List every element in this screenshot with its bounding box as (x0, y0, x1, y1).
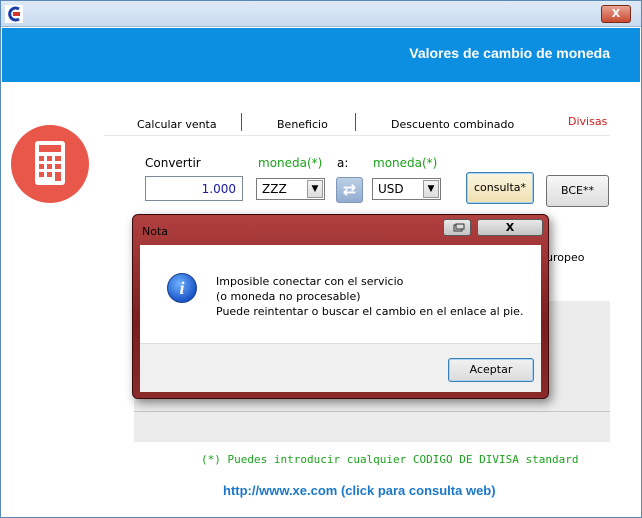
from-currency-select[interactable]: ZZZ ▼ (256, 178, 325, 200)
tab-divider (241, 113, 242, 131)
app-window: X Valores de cambio de moneda Calcular v… (0, 0, 642, 518)
dialog-restore-button[interactable] (443, 219, 471, 236)
dialog-footer: Aceptar (140, 343, 541, 392)
chevron-down-icon[interactable]: ▼ (423, 180, 439, 198)
dialog-body: i Imposible conectar con el servicio (o … (140, 245, 541, 343)
footnote-text: (*) Puedes introducir cualquier CODIGO D… (201, 453, 579, 466)
window-close-button[interactable]: X (601, 5, 631, 23)
xe-web-link[interactable]: http://www.xe.com (click para consulta w… (223, 483, 496, 498)
info-icon: i (167, 273, 197, 303)
title-bar: X (1, 1, 641, 27)
app-logo-icon (5, 5, 23, 23)
to-currency-value: USD (378, 182, 404, 196)
restore-icon (453, 223, 465, 232)
consulta-button[interactable]: consulta* (466, 172, 534, 204)
tab-bar: Calcular venta Beneficio Descuento combi… (104, 111, 614, 135)
tab-divider (355, 113, 356, 131)
partial-label: uropeo (546, 251, 585, 264)
dialog-message-line-1: Imposible conectar con el servicio (216, 275, 404, 288)
dialog-message-line-2: (o moneda no procesable) (216, 290, 361, 303)
tab-beneficio[interactable]: Beneficio (277, 118, 328, 131)
tab-divisas[interactable]: Divisas (568, 115, 607, 128)
result-divider (134, 411, 610, 412)
calculator-icon (11, 125, 89, 203)
dialog-close-button[interactable]: X (477, 219, 543, 236)
chevron-down-icon[interactable]: ▼ (307, 180, 323, 198)
bce-button[interactable]: BCE** (546, 175, 609, 207)
page-title: Valores de cambio de moneda (409, 45, 610, 61)
nota-dialog: Nota X i Imposible conectar con el servi… (132, 214, 549, 399)
tab-calcular-venta[interactable]: Calcular venta (137, 118, 217, 131)
to-word-label: a: (337, 156, 349, 170)
to-currency-select[interactable]: USD ▼ (372, 178, 441, 200)
dialog-title: Nota (142, 225, 169, 238)
swap-icon: ⇄ (342, 180, 357, 199)
dialog-message-line-3: Puede reintentar o buscar el cambio en e… (216, 305, 524, 318)
aceptar-button[interactable]: Aceptar (448, 358, 534, 382)
header-banner: Valores de cambio de moneda (2, 28, 640, 82)
amount-input[interactable]: 1.000 (145, 176, 243, 201)
to-currency-label: moneda(*) (373, 156, 438, 170)
from-currency-label: moneda(*) (258, 156, 323, 170)
convert-label: Convertir (145, 156, 201, 170)
tab-descuento-combinado[interactable]: Descuento combinado (391, 118, 514, 131)
swap-currencies-button[interactable]: ⇄ (336, 177, 363, 203)
tab-underline (104, 135, 610, 136)
from-currency-value: ZZZ (262, 182, 287, 196)
